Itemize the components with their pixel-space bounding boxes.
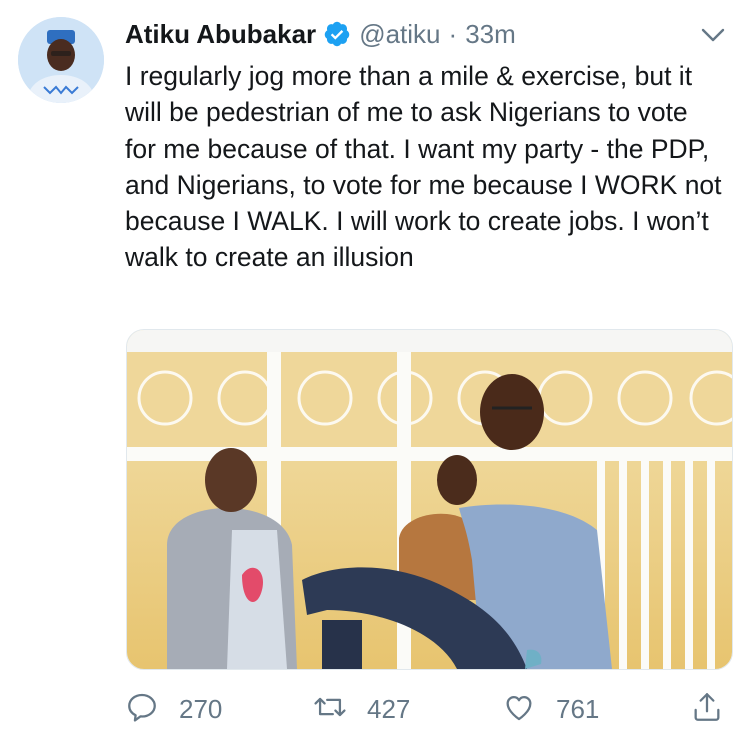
heart-icon bbox=[502, 690, 536, 729]
chevron-down-icon[interactable] bbox=[700, 22, 726, 48]
tweet-timestamp[interactable]: 33m bbox=[465, 19, 516, 50]
tweet-actions: 270 427 761 bbox=[125, 688, 732, 730]
tweet-header: Atiku Abubakar @atiku · 33m bbox=[125, 14, 730, 54]
tweet-text: I regularly jog more than a mile & exerc… bbox=[125, 61, 722, 273]
reply-icon bbox=[125, 690, 159, 729]
author-avatar[interactable] bbox=[18, 17, 104, 103]
retweet-icon bbox=[313, 690, 347, 729]
reply-count: 270 bbox=[179, 693, 223, 724]
retweet-button[interactable]: 427 bbox=[313, 688, 410, 730]
retweet-count: 427 bbox=[367, 693, 411, 724]
share-button[interactable] bbox=[690, 688, 724, 730]
verified-badge-icon bbox=[323, 20, 351, 48]
like-count: 761 bbox=[556, 693, 600, 724]
author-handle[interactable]: @atiku bbox=[359, 19, 440, 50]
separator-dot: · bbox=[448, 18, 458, 49]
author-name[interactable]: Atiku Abubakar bbox=[125, 19, 316, 50]
tweet-photo[interactable] bbox=[126, 329, 733, 670]
share-icon bbox=[690, 690, 724, 729]
like-button[interactable]: 761 bbox=[502, 688, 599, 730]
reply-button[interactable]: 270 bbox=[125, 688, 222, 730]
